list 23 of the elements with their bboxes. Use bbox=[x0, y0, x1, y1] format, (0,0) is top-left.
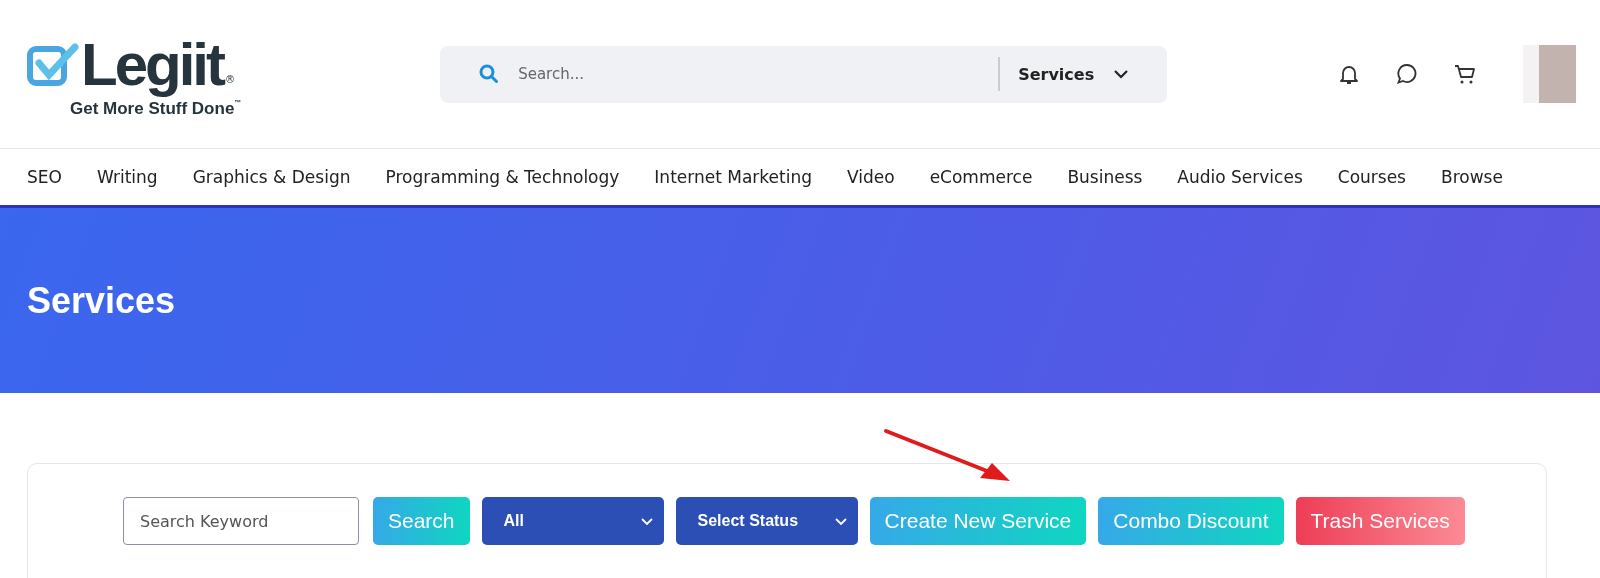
nav-link[interactable]: Browse bbox=[1441, 167, 1503, 187]
select-dropdown[interactable]: Select Status bbox=[675, 497, 858, 545]
nav-link[interactable]: Internet Marketing bbox=[654, 167, 812, 187]
search-field[interactable]: Search... bbox=[516, 64, 991, 84]
logo-text: Legiit bbox=[81, 35, 223, 95]
nav-link[interactable]: Programming & Technology bbox=[385, 167, 620, 187]
nav-link[interactable]: Courses bbox=[1337, 167, 1406, 187]
nav-link[interactable]: Graphics & Design bbox=[192, 167, 351, 187]
cart-icon[interactable] bbox=[1453, 62, 1477, 86]
category-dropdown[interactable]: Services bbox=[1018, 64, 1131, 84]
page-title: Services bbox=[27, 279, 176, 322]
registered-mark: ® bbox=[225, 74, 235, 85]
nav-link[interactable]: Writing bbox=[96, 167, 158, 187]
nav-link[interactable]: Video bbox=[847, 167, 895, 187]
nav-link[interactable]: eCommerce bbox=[929, 167, 1033, 187]
keyword-field[interactable]: Search Keyword bbox=[123, 497, 359, 545]
logo-tagline: Get More Stuff Done bbox=[70, 99, 235, 119]
nav-link[interactable]: Business bbox=[1067, 167, 1143, 187]
nav-link[interactable]: Audio Services bbox=[1177, 167, 1303, 187]
search-icon bbox=[478, 63, 501, 85]
chat-icon[interactable] bbox=[1395, 62, 1419, 86]
select-dropdown[interactable]: All bbox=[481, 497, 664, 545]
nav-link[interactable]: SEO bbox=[27, 167, 62, 187]
